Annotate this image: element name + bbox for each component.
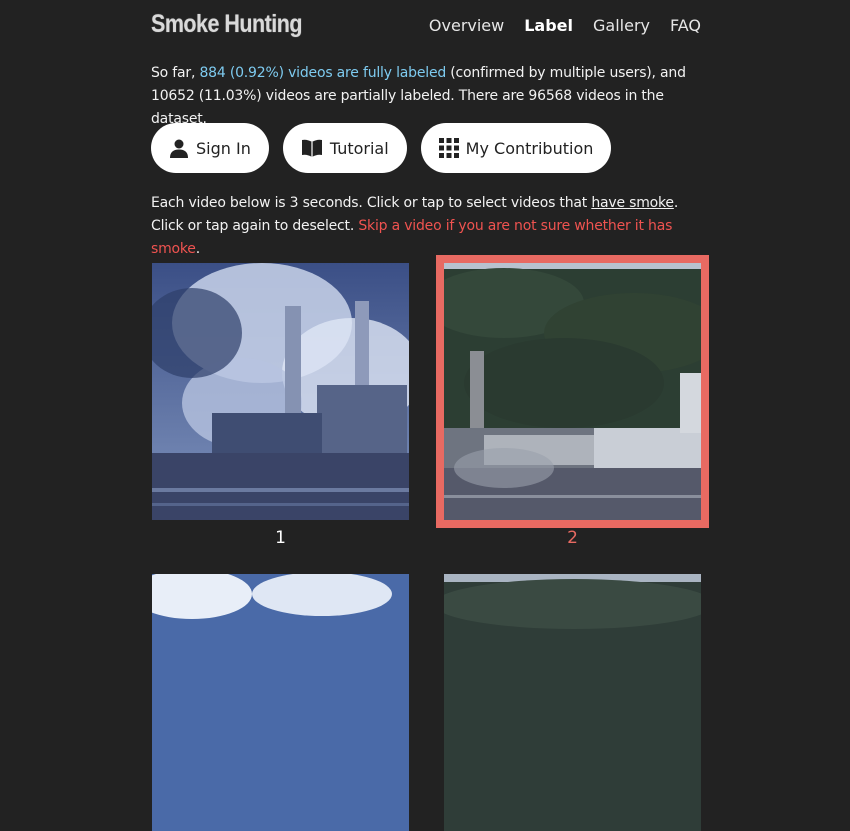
my-contribution-label: My Contribution (465, 138, 594, 158)
video-thumbnail-2 (444, 263, 701, 520)
user-icon (170, 139, 188, 158)
nav-bar: Overview Label Gallery FAQ (429, 16, 701, 35)
video-tile-4[interactable] (444, 574, 701, 831)
nav-gallery[interactable]: Gallery (593, 16, 650, 35)
nav-faq[interactable]: FAQ (670, 16, 701, 35)
tutorial-button[interactable]: Tutorial (282, 123, 407, 173)
video-number-1: 1 (275, 528, 286, 548)
instructions-part1: Each video below is 3 seconds. Click or … (151, 195, 592, 211)
nav-label[interactable]: Label (524, 16, 573, 35)
book-icon (301, 139, 322, 157)
sign-in-label: Sign In (196, 138, 251, 158)
sign-in-button[interactable]: Sign In (151, 123, 269, 173)
header: Smoke Hunting Overview Label Gallery FAQ (151, 10, 701, 46)
fully-labeled-link[interactable]: 884 (0.92%) videos are fully labeled (199, 65, 446, 81)
grid-icon (438, 138, 459, 158)
video-thumbnail-3 (152, 574, 409, 831)
video-tile-2[interactable] (436, 255, 709, 528)
video-number-2: 2 (567, 528, 578, 548)
video-thumbnail-4 (444, 574, 701, 831)
my-contribution-button[interactable]: My Contribution (420, 123, 612, 173)
brand-title[interactable]: Smoke Hunting (151, 10, 302, 39)
have-smoke-text: have smoke (591, 195, 674, 211)
stats-prefix: So far, (151, 65, 200, 81)
nav-overview[interactable]: Overview (429, 16, 504, 35)
instructions: Each video below is 3 seconds. Click or … (151, 192, 711, 261)
button-row: Sign In Tutorial My Contribution (151, 123, 612, 173)
video-tile-3[interactable] (152, 574, 409, 831)
dataset-stats: So far, 884 (0.92%) videos are fully lab… (151, 62, 711, 131)
instructions-end: . (195, 241, 200, 257)
video-thumbnail-1 (152, 263, 409, 520)
video-tile-1[interactable] (152, 263, 409, 520)
tutorial-label: Tutorial (329, 138, 389, 158)
